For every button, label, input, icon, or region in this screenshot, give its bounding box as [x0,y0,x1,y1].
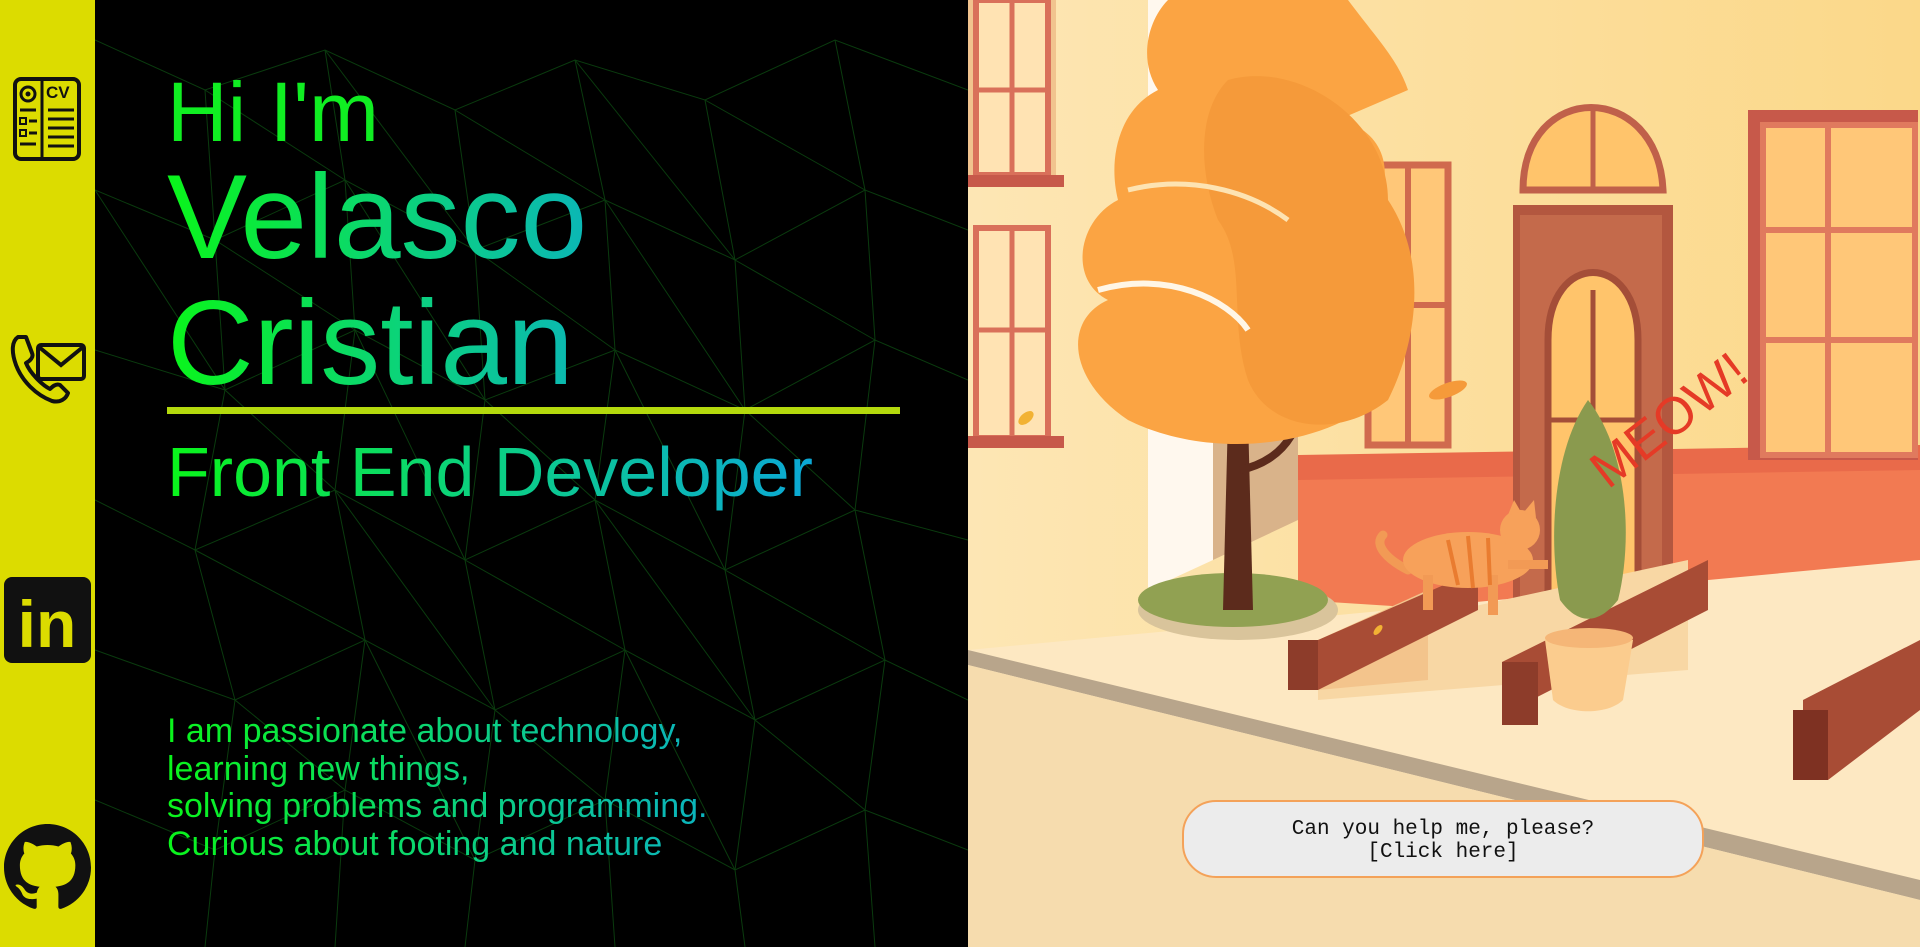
github-icon [4,824,91,909]
intro-panel: Hi I'm Velasco Cristian Front End Develo… [95,0,968,947]
linkedin-button[interactable]: in [4,577,91,663]
help-button-line: [Click here] [1367,841,1519,864]
mail-phone-icon [10,335,86,404]
greeting-text: Hi I'm [167,65,380,159]
job-title: Front End Developer [167,433,813,511]
about-line: I am passionate about technology, [167,712,797,751]
first-name: Velasco [167,154,687,280]
full-name: Velasco Cristian [167,154,687,406]
last-name: Cristian [167,280,687,406]
help-button-line: Can you help me, please? [1291,818,1595,841]
social-sidebar: CV in [0,0,95,947]
cv-icon-label: CV [46,83,70,102]
github-button[interactable] [4,824,91,911]
about-line: Curious about footing and nature [167,825,797,864]
cv-icon: CV [13,77,81,161]
about-text: I am passionate about technology, learni… [167,712,797,864]
name-underline [167,407,900,414]
street-illustration: MEOW! Can you help me, please? [Click he… [968,0,1920,947]
linkedin-icon-label: in [18,587,77,661]
help-cat-button[interactable]: Can you help me, please? [Click here] [1182,800,1704,878]
about-line: learning new things, [167,750,797,789]
linkedin-icon: in [4,577,91,663]
about-line: solving problems and programming. [167,787,797,826]
contact-button[interactable] [8,331,88,405]
cv-button[interactable]: CV [12,76,82,162]
